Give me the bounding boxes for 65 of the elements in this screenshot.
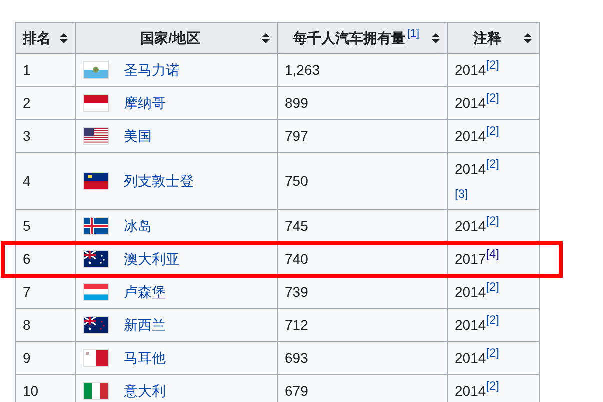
column-header[interactable]: 注释 (448, 22, 540, 54)
rank-cell: 8 (16, 308, 76, 342)
rank-cell: 4 (16, 152, 76, 210)
flag-icon (83, 217, 109, 235)
country-link[interactable]: 美国 (124, 126, 152, 146)
country-link[interactable]: 卢森堡 (124, 282, 166, 302)
year-text: 2014 (455, 383, 486, 399)
flag-icon (83, 61, 109, 79)
reference-link[interactable]: [2] (486, 157, 500, 171)
country-link[interactable]: 新西兰 (124, 314, 166, 336)
flag-icon (83, 250, 109, 268)
rank-cell: 2 (16, 86, 76, 120)
country-link[interactable]: 意大利 (124, 380, 166, 402)
sort-icon[interactable] (524, 32, 532, 44)
reference-link[interactable]: [2] (486, 214, 500, 228)
reference-link[interactable]: [2] (486, 91, 500, 105)
reference-link[interactable]: [3] (455, 186, 468, 202)
count-cell: 693 (278, 342, 448, 374)
count-cell: 739 (278, 276, 448, 308)
flag-icon (83, 283, 109, 301)
rank-cell: 5 (16, 210, 76, 242)
column-header[interactable]: 每千人汽车拥有量$^{[1]}$ (278, 22, 448, 54)
flag-icon (83, 316, 109, 334)
count-cell: 750 (278, 152, 448, 210)
year-text: 2014 (455, 62, 486, 78)
count-cell: 899 (278, 86, 448, 120)
sort-icon[interactable] (60, 32, 68, 44)
reference-link[interactable]: [2] (486, 313, 500, 327)
flag-icon (83, 349, 109, 367)
flag-icon (83, 127, 109, 145)
year-text: 2014 (455, 350, 486, 366)
flag-icon (83, 94, 109, 112)
year-text: 2014 (455, 317, 486, 333)
country-link[interactable]: 圣马力诺 (124, 60, 180, 80)
reference-link[interactable]: [2] (486, 379, 500, 393)
country-link[interactable]: 列支敦士登 (124, 170, 194, 192)
country-link[interactable]: 马耳他 (124, 348, 166, 368)
rank-cell: 9 (16, 342, 76, 374)
reference-link[interactable]: [1] (407, 28, 420, 40)
column-header[interactable]: 排名 (16, 22, 76, 54)
count-cell: 797 (278, 120, 448, 152)
flag-icon (83, 172, 109, 190)
year-text: 2014 (455, 284, 486, 300)
year-text: 2017 (455, 251, 486, 267)
sort-icon[interactable] (432, 32, 440, 44)
country-link[interactable]: 冰岛 (124, 216, 152, 236)
sort-icon[interactable] (262, 32, 270, 44)
count-cell: 712 (278, 308, 448, 342)
country-link[interactable]: 摩纳哥 (124, 92, 166, 114)
rank-cell: 7 (16, 276, 76, 308)
rank-cell: 3 (16, 120, 76, 152)
reference-link[interactable]: [2] (486, 124, 500, 138)
rank-cell: 10 (16, 374, 76, 402)
year-text: 2014 (455, 161, 486, 177)
country-link[interactable]: 澳大利亚 (124, 248, 180, 270)
count-cell: 1,263 (278, 54, 448, 86)
reference-link[interactable]: [2] (486, 280, 500, 294)
year-text: 2014 (455, 95, 486, 111)
rank-cell: 1 (16, 54, 76, 86)
year-text: 2014 (455, 128, 486, 144)
reference-link[interactable]: [2] (486, 346, 500, 360)
reference-link[interactable]: [4] (486, 247, 500, 261)
column-header[interactable]: 国家/地区 (76, 22, 278, 54)
year-text: 2014 (455, 218, 486, 234)
reference-link[interactable]: [2] (486, 58, 500, 72)
